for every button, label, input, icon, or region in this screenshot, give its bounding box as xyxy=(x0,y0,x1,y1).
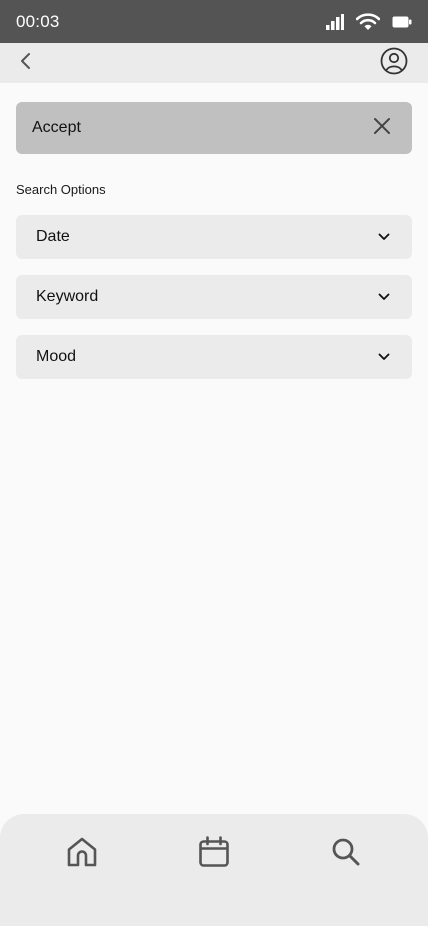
top-nav xyxy=(0,43,428,83)
accept-bar[interactable]: Accept xyxy=(16,102,412,154)
chevron-down-icon xyxy=(376,289,392,305)
status-icons xyxy=(326,12,412,31)
date-dropdown[interactable]: Date xyxy=(16,215,412,259)
wifi-icon xyxy=(356,12,380,31)
dropdown-label: Date xyxy=(36,228,70,245)
home-icon xyxy=(65,835,99,874)
search-options-title: Search Options xyxy=(16,182,106,197)
signal-icon xyxy=(326,13,344,30)
chevron-left-icon xyxy=(20,51,32,76)
status-bar: 00:03 xyxy=(0,0,428,43)
search-icon xyxy=(329,835,363,874)
mood-dropdown[interactable]: Mood xyxy=(16,335,412,379)
bottom-tab-bar xyxy=(0,814,428,926)
dropdown-label: Keyword xyxy=(36,288,99,305)
chevron-down-icon xyxy=(376,349,392,365)
close-button[interactable] xyxy=(368,114,396,142)
tab-home[interactable] xyxy=(62,834,102,874)
profile-button[interactable] xyxy=(380,47,408,80)
dropdown-label: Mood xyxy=(36,348,77,365)
user-circle-icon xyxy=(380,47,408,80)
close-icon xyxy=(373,117,391,140)
back-button[interactable] xyxy=(14,51,38,75)
keyword-dropdown[interactable]: Keyword xyxy=(16,275,412,319)
chevron-down-icon xyxy=(376,229,392,245)
accept-label: Accept xyxy=(32,119,81,136)
tab-calendar[interactable] xyxy=(194,834,234,874)
battery-icon xyxy=(392,16,412,28)
tab-search[interactable] xyxy=(326,834,366,874)
calendar-icon xyxy=(197,835,231,874)
status-time: 00:03 xyxy=(16,11,60,31)
